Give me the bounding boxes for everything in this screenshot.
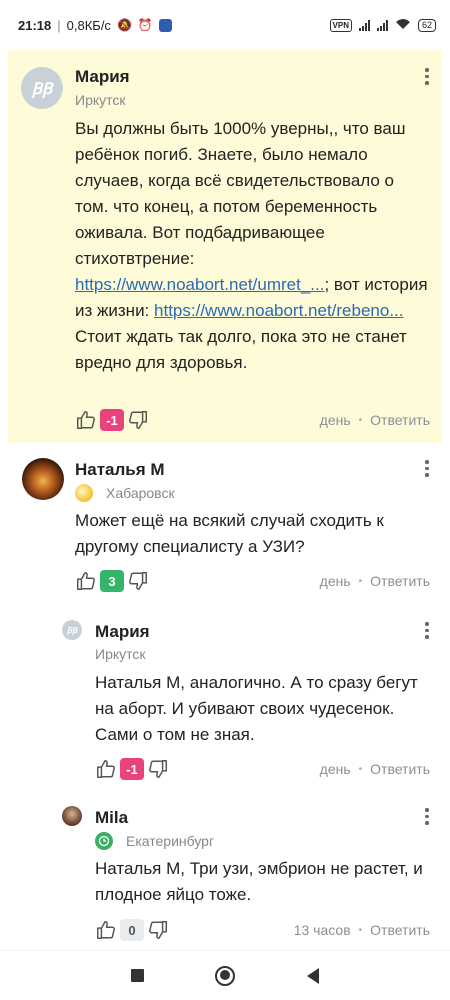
battery-icon: 62 [417,18,436,32]
comment-link-2[interactable]: https://www.noabort.net/rebeno... [154,301,403,320]
home-button-center [219,970,230,980]
comment-meta: 13 часов • Ответить [293,922,430,938]
comment-time: день [319,573,351,589]
reply-comment: Mila Екатеринбург Наталья М, Три узи, эм… [0,798,450,948]
comment-text: Вы должны быть 1000% уверны,, что ваш ре… [75,119,428,372]
comment-time: 13 часов [293,922,351,938]
comment-time: день [319,761,351,777]
clock: 21:18 [18,17,52,33]
more-options-icon[interactable] [424,68,430,85]
thumbs-up-icon[interactable] [75,570,97,592]
signal-icon [358,19,370,31]
comment-author[interactable]: Мария [95,622,150,642]
comment-text: Наталья М, аналогично. А то сразу бегут … [95,673,418,744]
thumbs-down-icon[interactable] [127,570,149,592]
reply-button[interactable]: Ответить [370,922,430,938]
comment-time: день [319,412,351,428]
signal-icon-2 [376,19,388,31]
wifi-icon [395,18,411,33]
status-bar: 21:18 | 0,8КБ/с 🔕 ⏰ VPN 62 [0,0,450,50]
comment: Наталья М Хабаровск Может ещё на всякий … [0,446,450,606]
thumbs-up-icon[interactable] [95,758,117,780]
reply-button[interactable]: Ответить [370,761,430,777]
more-options-icon[interactable] [424,622,430,639]
vpn-icon: VPN [329,18,352,32]
home-button[interactable] [215,965,236,986]
comment-author[interactable]: Наталья М [75,460,165,480]
thumbs-up-icon[interactable] [95,919,117,941]
system-nav-bar [0,950,450,1000]
alarm-icon: ⏰ [137,18,153,32]
app-icon [158,18,172,32]
comment-highlighted: ꞴꞴ Мария Иркутск Вы должны быть 1000% ув… [8,50,442,443]
city-badge-icon [95,832,113,850]
comment-city: Иркутск [95,646,146,662]
network-speed: 0,8КБ/с [66,17,111,33]
more-options-icon[interactable] [424,808,430,825]
vote-controls: 0 [95,919,169,941]
comment-link-1[interactable]: https://www.noabort.net/umret_... [75,275,324,294]
vote-controls: 3 [75,570,149,592]
comment-text: Может ещё на всякий случай сходить к дру… [75,511,384,556]
city-badge-icon [75,484,93,502]
thumbs-down-icon[interactable] [127,409,149,431]
thumbs-down-icon[interactable] [147,919,169,941]
comment-author[interactable]: Mila [95,808,128,828]
vote-controls: -1 [75,409,149,431]
comment-city: Хабаровск [106,485,175,501]
avatar[interactable] [22,458,64,500]
reply-button[interactable]: Ответить [370,573,430,589]
thumbs-up-icon[interactable] [75,409,97,431]
recents-button[interactable] [130,969,144,982]
thumbs-down-icon[interactable] [147,758,169,780]
comment-author[interactable]: Мария [75,67,130,87]
avatar[interactable]: ꞴꞴ [62,620,82,640]
comment-meta: день • Ответить [319,412,430,428]
avatar[interactable] [62,806,82,826]
reply-comment: ꞴꞴ Мария Иркутск Наталья М, аналогично. … [0,610,450,790]
comment-city: Екатеринбург [126,833,215,849]
comment-city: Иркутск [75,92,126,108]
vote-score: -1 [100,409,124,431]
vote-score: 3 [100,570,124,592]
comment-meta: день • Ответить [319,761,430,777]
mute-icon: 🔕 [116,18,132,32]
comment-text: Наталья М, Три узи, эмбрион не растет, и… [95,859,423,904]
comment-meta: день • Ответить [319,573,430,589]
back-button[interactable] [307,967,320,984]
vote-controls: -1 [95,758,169,780]
vote-score: -1 [120,758,144,780]
reply-button[interactable]: Ответить [370,412,430,428]
more-options-icon[interactable] [424,460,430,477]
avatar[interactable]: ꞴꞴ [21,67,63,109]
vote-score: 0 [120,919,144,941]
